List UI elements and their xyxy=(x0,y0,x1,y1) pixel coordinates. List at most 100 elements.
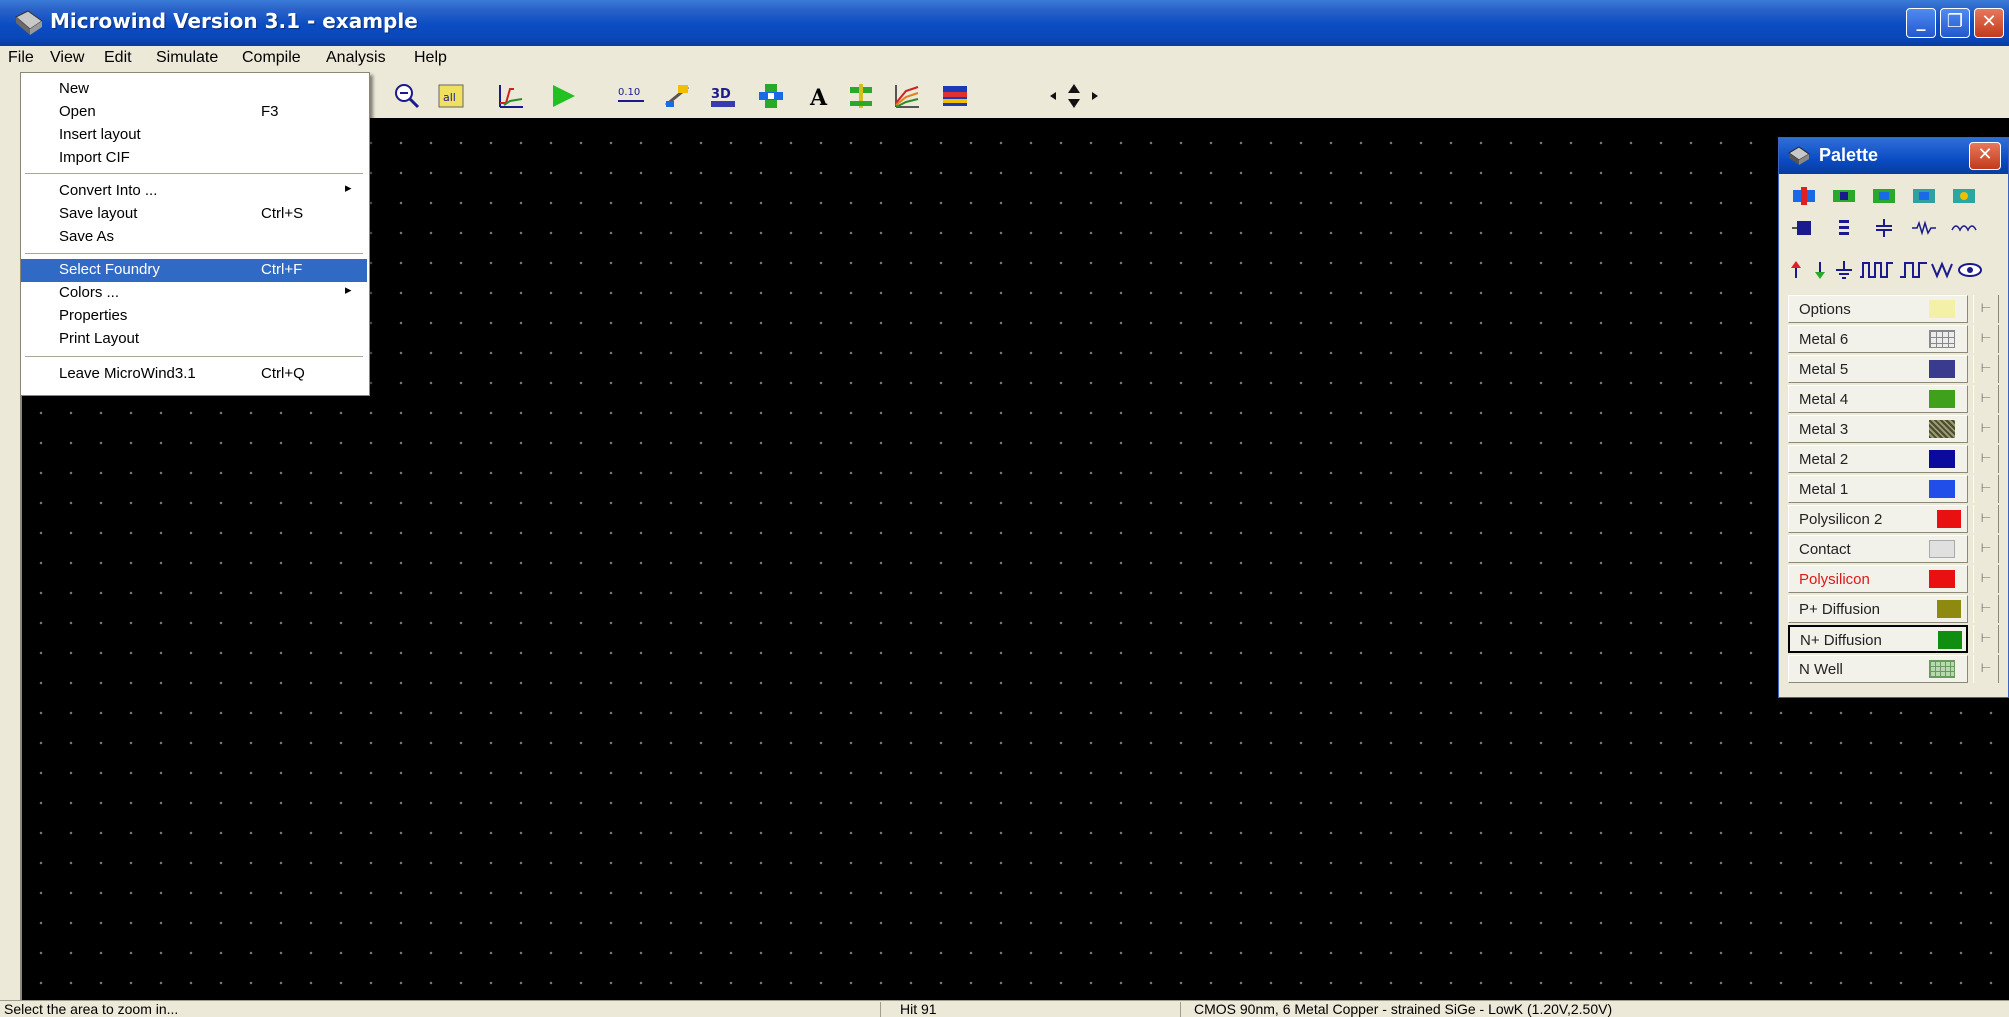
menu-edit[interactable]: Edit xyxy=(104,49,132,67)
menu-item-colors[interactable]: Colors ... ▸ xyxy=(21,282,367,305)
resistor-icon[interactable] xyxy=(1911,218,1937,238)
menu-separator xyxy=(25,356,363,357)
close-button[interactable]: ✕ xyxy=(1974,8,2004,38)
sinus-icon[interactable] xyxy=(1931,260,1953,280)
layer-visibility-toggle[interactable]: ⊢ xyxy=(1973,535,1999,563)
layer-n-diffusion[interactable]: N+ Diffusion xyxy=(1788,625,1968,653)
capacitor-icon[interactable] xyxy=(1871,218,1897,238)
layer-visibility-toggle[interactable]: ⊢ xyxy=(1973,355,1999,383)
title-bar[interactable]: Microwind Version 3.1 - example _ ❐ ✕ xyxy=(0,0,2009,46)
inductor-icon[interactable] xyxy=(1951,218,1977,238)
menu-file[interactable]: File xyxy=(8,49,34,67)
view-all-icon[interactable]: all xyxy=(436,81,466,111)
3d-view-icon[interactable]: 3D xyxy=(708,81,738,111)
measure-icon[interactable]: 0.10 xyxy=(616,81,646,111)
nmos-icon[interactable] xyxy=(1791,186,1817,206)
status-bar: Select the area to zoom in... Hit 91 CMO… xyxy=(0,1000,2009,1017)
layer-visibility-toggle[interactable]: ⊢ xyxy=(1973,325,1999,353)
palette-close-button[interactable]: ✕ xyxy=(1969,142,2001,170)
layer-visibility-toggle[interactable]: ⊢ xyxy=(1973,295,1999,323)
layer-swatch xyxy=(1929,450,1955,468)
layer-metal-2[interactable]: Metal 2 xyxy=(1788,445,1968,473)
palette-icon xyxy=(1788,146,1810,165)
menu-item-leave[interactable]: Leave MicroWind3.1 Ctrl+Q xyxy=(21,363,367,386)
vdd-icon[interactable] xyxy=(1785,260,1807,280)
menu-item-new[interactable]: New xyxy=(21,78,367,101)
layer-metal-3[interactable]: Metal 3 xyxy=(1788,415,1968,443)
microwind-window: Microwind Version 3.1 - example _ ❐ ✕ Fi… xyxy=(0,0,2009,1017)
menu-item-convert-into[interactable]: Convert Into ... ▸ xyxy=(21,180,367,203)
layer-metal-1[interactable]: Metal 1 xyxy=(1788,475,1968,503)
menu-view[interactable]: View xyxy=(50,49,84,67)
layer-p-diffusion[interactable]: P+ Diffusion xyxy=(1788,595,1968,623)
canvas-left-border xyxy=(0,118,22,1000)
palette-title: Palette xyxy=(1819,145,1879,165)
layer-visibility-toggle[interactable]: ⊢ xyxy=(1973,505,1999,533)
menu-item-print-layout[interactable]: Print Layout xyxy=(21,328,367,351)
layer-visibility-toggle[interactable]: ⊢ xyxy=(1973,475,1999,503)
contact-diff-icon[interactable] xyxy=(1871,186,1897,206)
ground-icon[interactable] xyxy=(1833,260,1855,280)
app-icon xyxy=(15,10,43,35)
connection-icon[interactable] xyxy=(662,81,692,111)
text-label-icon[interactable]: A xyxy=(804,81,834,111)
via-icon[interactable] xyxy=(1951,186,1977,206)
palette-title-bar[interactable]: Palette ✕ xyxy=(1779,138,2008,174)
layer-swatch xyxy=(1937,600,1961,618)
visible-node-icon[interactable] xyxy=(1957,260,1983,280)
menu-item-save-as[interactable]: Save As xyxy=(21,226,367,249)
layer-swatch xyxy=(1929,480,1955,498)
submenu-arrow-icon: ▸ xyxy=(345,180,352,195)
menu-item-insert-layout[interactable]: Insert layout xyxy=(21,124,367,147)
design-rules-icon[interactable] xyxy=(756,81,786,111)
layer-visibility-toggle[interactable]: ⊢ xyxy=(1973,655,1999,683)
layer-polysilicon[interactable]: Polysilicon xyxy=(1788,565,1968,593)
menu-help[interactable]: Help xyxy=(414,49,447,67)
layer-view-icon[interactable] xyxy=(940,81,970,111)
layer-visibility-toggle[interactable]: ⊢ xyxy=(1973,565,1999,593)
contact-poly-icon[interactable] xyxy=(1911,186,1937,206)
layer-visibility-toggle[interactable]: ⊢ xyxy=(1973,445,1999,473)
zoom-out-icon[interactable] xyxy=(392,81,422,111)
layer-metal-6[interactable]: Metal 6 xyxy=(1788,325,1968,353)
pmos-icon[interactable] xyxy=(1831,186,1857,206)
layer-metal-4[interactable]: Metal 4 xyxy=(1788,385,1968,413)
layer-visibility-toggle[interactable]: ⊢ xyxy=(1973,625,1999,653)
layer-visibility-toggle[interactable]: ⊢ xyxy=(1973,415,1999,443)
menu-item-properties[interactable]: Properties xyxy=(21,305,367,328)
pad-icon[interactable] xyxy=(1791,218,1817,238)
minimize-button[interactable]: _ xyxy=(1906,8,1936,38)
layer-polysilicon-2[interactable]: Polysilicon 2 xyxy=(1788,505,1968,533)
3d-label: 3D xyxy=(711,87,731,102)
clock-icon[interactable] xyxy=(1859,260,1895,280)
layer-options[interactable]: Options xyxy=(1788,295,1968,323)
simulation-curve-icon[interactable] xyxy=(496,81,526,111)
menu-analysis[interactable]: Analysis xyxy=(326,49,386,67)
palette-window: Palette ✕ Options ⊢ Metal 6 ⊢ Metal 5 ⊢ … xyxy=(1778,137,2009,698)
characteristics-icon[interactable] xyxy=(892,81,922,111)
menu-item-select-foundry[interactable]: Select Foundry Ctrl+F xyxy=(21,259,367,282)
maximize-button[interactable]: ❐ xyxy=(1940,8,1970,38)
layer-swatch xyxy=(1929,360,1955,378)
layer-n-well[interactable]: N Well xyxy=(1788,655,1968,683)
menu-item-save-layout[interactable]: Save layout Ctrl+S xyxy=(21,203,367,226)
layer-metal-5[interactable]: Metal 5 xyxy=(1788,355,1968,383)
menu-item-import-cif[interactable]: Import CIF xyxy=(21,147,367,170)
layer-swatch xyxy=(1929,390,1955,408)
view-all-label: all xyxy=(443,91,456,104)
layer-swatch xyxy=(1929,660,1955,678)
vss-icon[interactable] xyxy=(1809,260,1831,280)
bus-icon[interactable] xyxy=(1831,218,1857,238)
pulse-icon[interactable] xyxy=(1899,260,1929,280)
mos-generator-icon[interactable] xyxy=(846,81,876,111)
menu-item-open[interactable]: Open F3 xyxy=(21,101,367,124)
measure-label: 0.10 xyxy=(618,87,640,98)
move-arrows-icon[interactable] xyxy=(1046,81,1102,111)
menu-compile[interactable]: Compile xyxy=(242,49,301,67)
layer-contact[interactable]: Contact xyxy=(1788,535,1968,563)
layer-visibility-toggle[interactable]: ⊢ xyxy=(1973,595,1999,623)
menu-simulate[interactable]: Simulate xyxy=(156,49,218,67)
layer-swatch xyxy=(1929,300,1955,318)
layer-visibility-toggle[interactable]: ⊢ xyxy=(1973,385,1999,413)
run-simulation-icon[interactable] xyxy=(548,81,578,111)
